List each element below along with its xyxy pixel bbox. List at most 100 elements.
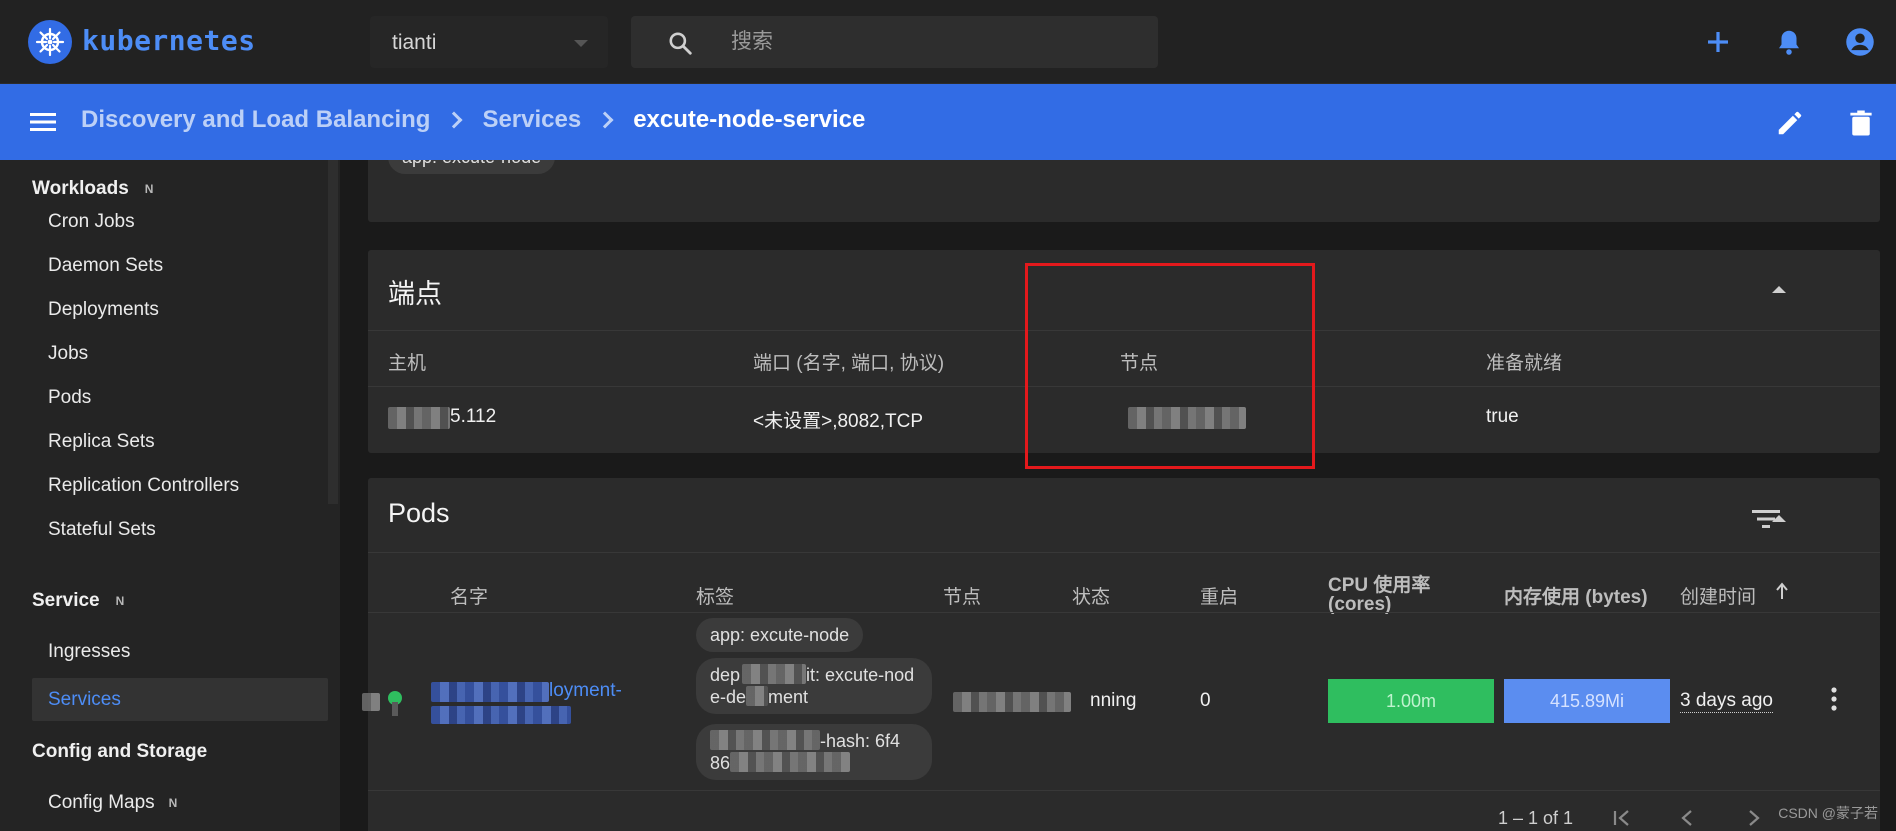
card-title: 端点 [388, 279, 442, 309]
card-title: Pods [388, 498, 450, 528]
sidebar-item-jobs[interactable]: Jobs [32, 332, 328, 375]
account-button[interactable] [1842, 24, 1878, 60]
main-content: app: excute-node 端点 主机 端口 (名字, 端口, 协议) 节… [340, 160, 1896, 831]
redacted-pod-name [431, 682, 549, 702]
redacted-pod-name [431, 706, 571, 724]
collapse-icon[interactable] [1772, 515, 1786, 522]
sidebar-item-label: Config Maps [48, 791, 155, 813]
collapse-icon[interactable] [1772, 286, 1786, 293]
redacted-icon-area [362, 693, 380, 711]
pod-created-time[interactable]: 3 days ago [1680, 690, 1773, 713]
sidebar-section-service[interactable]: Service N [32, 590, 124, 612]
account-circle-icon [1846, 28, 1874, 56]
sidebar-item-replication-controllers[interactable]: Replication Controllers [32, 464, 328, 507]
chevron-right-icon [1749, 810, 1760, 826]
column-header-node: 节点 [943, 587, 982, 608]
column-header-host: 主机 [388, 353, 427, 374]
brand-name[interactable]: kubernetes [82, 24, 256, 57]
trash-icon [1850, 110, 1872, 136]
next-page-button[interactable] [1740, 808, 1766, 828]
sidebar-section-workloads[interactable]: Workloads N [32, 178, 153, 200]
sidebar-item-deployments[interactable]: Deployments [32, 288, 328, 331]
edit-button[interactable] [1773, 106, 1807, 140]
namespace-select[interactable]: tianti [370, 16, 608, 68]
sidebar-item-daemon-sets[interactable]: Daemon Sets [32, 244, 328, 287]
sidebar-item-config-maps[interactable]: Config Maps N [32, 781, 328, 824]
redacted-node [953, 692, 1071, 712]
more-vert-icon[interactable] [1830, 686, 1838, 712]
column-header-created[interactable]: 创建时间 [1680, 582, 1756, 609]
menu-icon[interactable] [28, 108, 58, 136]
endpoint-ports: <未设置>,8082,TCP [753, 411, 924, 432]
breadcrumb-services[interactable]: Services [482, 106, 581, 134]
sidebar-item-cron-jobs[interactable]: Cron Jobs [32, 200, 328, 243]
column-header-cpu: CPU 使用率 [1328, 575, 1431, 596]
label-chip-text: ment [768, 687, 809, 707]
pagination-range: 1 – 1 of 1 [1498, 808, 1574, 828]
redacted-label [710, 730, 820, 750]
pod-restarts: 0 [1200, 690, 1211, 711]
chevron-right-icon [445, 111, 463, 129]
search-input[interactable] [731, 26, 1131, 58]
label-chip-text: dep [710, 665, 741, 685]
redacted-label [746, 686, 769, 706]
search-icon [669, 32, 692, 55]
column-header-labels: 标签 [696, 587, 735, 608]
divider [368, 612, 1880, 613]
section-label: Config and Storage [32, 741, 208, 762]
redacted-node [1128, 407, 1246, 429]
memory-usage-bar: 415.89Mi [1504, 679, 1670, 723]
pod-running-status-icon [388, 691, 402, 716]
pod-name-link[interactable]: loyment- [549, 680, 622, 702]
sidebar-item-stateful-sets[interactable]: Stateful Sets [32, 508, 328, 551]
sidebar-item-services[interactable]: Services [32, 678, 328, 721]
cpu-usage-bar: 1.00m [1328, 679, 1494, 723]
watermark: CSDN @蒙子若 [1778, 805, 1878, 821]
label-chip-text: e-de [710, 687, 747, 707]
kubernetes-logo-icon[interactable] [28, 20, 72, 64]
sidebar-section-config-storage[interactable]: Config and Storage [32, 741, 207, 763]
endpoint-ready: true [1486, 406, 1519, 427]
sort-arrow-up-icon[interactable] [1774, 582, 1790, 600]
label-chip: dep it: excute-nod e-de ment [696, 658, 932, 714]
first-page-button[interactable] [1610, 808, 1636, 828]
chevron-right-icon [596, 111, 614, 129]
sidebar: Workloads N Cron Jobs Daemon Sets Deploy… [0, 160, 340, 831]
redacted-host [388, 407, 450, 429]
breadcrumb: Discovery and Load Balancing Services ex… [81, 106, 865, 134]
label-chip-text: -hash: 6f4 [820, 731, 901, 751]
action-bar: Discovery and Load Balancing Services ex… [0, 84, 1896, 160]
breadcrumb-current: excute-node-service [633, 106, 866, 133]
first-page-icon [1613, 810, 1629, 826]
previous-page-button[interactable] [1675, 808, 1701, 828]
chevron-down-icon [574, 40, 588, 47]
section-label: Service [32, 590, 100, 611]
column-header-restarts: 重启 [1200, 587, 1239, 608]
column-header-name[interactable]: 名字 [450, 582, 488, 609]
endpoints-card: 端点 主机 端口 (名字, 端口, 协议) 节点 准备就绪 5.112 <未设置… [368, 250, 1880, 453]
label-chip: -hash: 6f4 86 [696, 724, 932, 780]
plus-icon [1708, 32, 1728, 52]
sidebar-item-pods[interactable]: Pods [32, 376, 328, 419]
divider [368, 552, 1880, 553]
pod-status: nning [1090, 690, 1137, 711]
divider [368, 330, 1880, 331]
sidebar-item-replica-sets[interactable]: Replica Sets [32, 420, 328, 463]
column-header-memory: 内存使用 (bytes) [1504, 587, 1648, 608]
create-button[interactable] [1700, 24, 1736, 60]
namespaced-badge: N [144, 182, 154, 196]
redacted-label [742, 664, 807, 684]
sidebar-item-ingresses[interactable]: Ingresses [32, 630, 328, 673]
notifications-button[interactable] [1771, 24, 1807, 60]
label-chip-text: 86 [710, 753, 731, 773]
search-box[interactable] [631, 16, 1158, 68]
breadcrumb-discovery[interactable]: Discovery and Load Balancing [81, 106, 430, 134]
sidebar-scrollbar[interactable] [328, 160, 338, 504]
label-chip: app: excute-node [388, 160, 556, 174]
column-header-ports: 端口 (名字, 端口, 协议) [753, 353, 945, 374]
bell-icon [1779, 30, 1799, 55]
chevron-left-icon [1681, 810, 1692, 826]
label-chip-text: it: excute-nod [806, 665, 915, 685]
delete-button[interactable] [1844, 106, 1878, 140]
endpoint-host: 5.112 [450, 406, 497, 427]
